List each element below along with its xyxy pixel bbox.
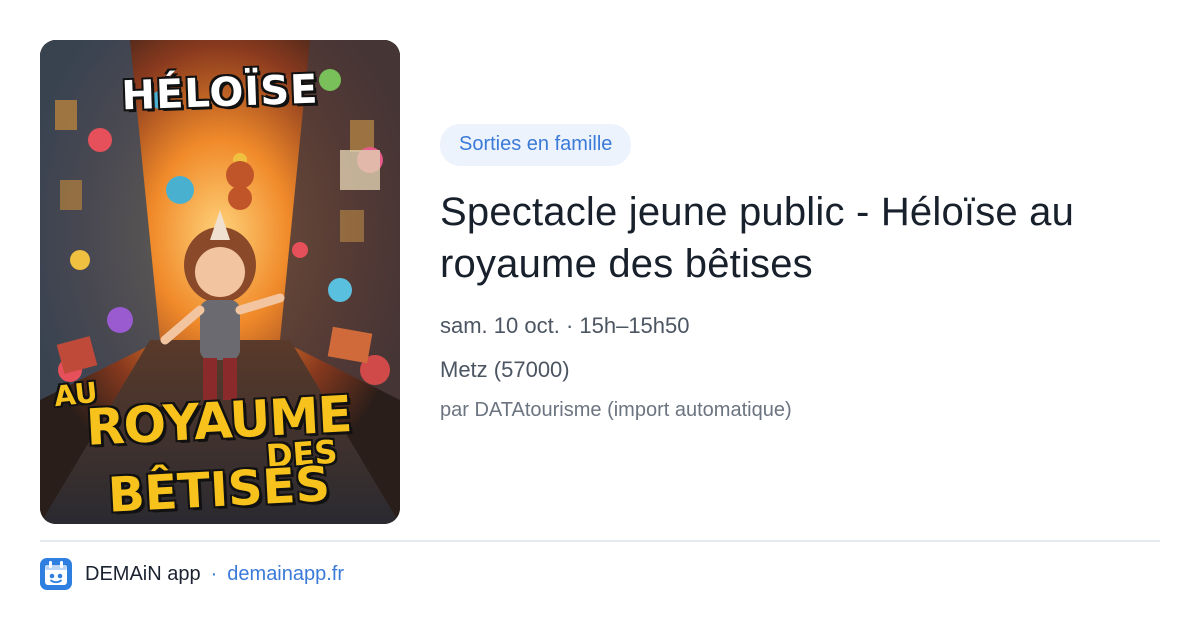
event-title[interactable]: Spectacle jeune public - Héloïse au roya… [440,186,1160,290]
footer: DEMAiN app · demainapp.fr [40,558,344,590]
app-name: DEMAiN app [85,562,201,585]
separator-dot: · [210,562,218,585]
category-badge[interactable]: Sorties en famille [440,124,632,166]
event-location: Metz (57000) [440,357,570,382]
link-preview-card[interactable]: HÉLOÏSE AU ROYAUME DES BÊTISES Sorties e… [0,0,1200,630]
demain-app-icon [40,558,72,590]
site-link[interactable]: demainapp.fr [227,563,344,586]
event-source: par DATAtourisme (import automatique) [440,399,792,421]
poster-title-betises: BÊTISES [106,456,332,524]
event-info: Sorties en famille Spectacle jeune publi… [440,124,1160,422]
divider [40,540,1160,542]
event-poster-image[interactable]: HÉLOÏSE AU ROYAUME DES BÊTISES [40,40,400,524]
event-datetime: sam. 10 oct. · 15h–15h50 [440,313,690,338]
